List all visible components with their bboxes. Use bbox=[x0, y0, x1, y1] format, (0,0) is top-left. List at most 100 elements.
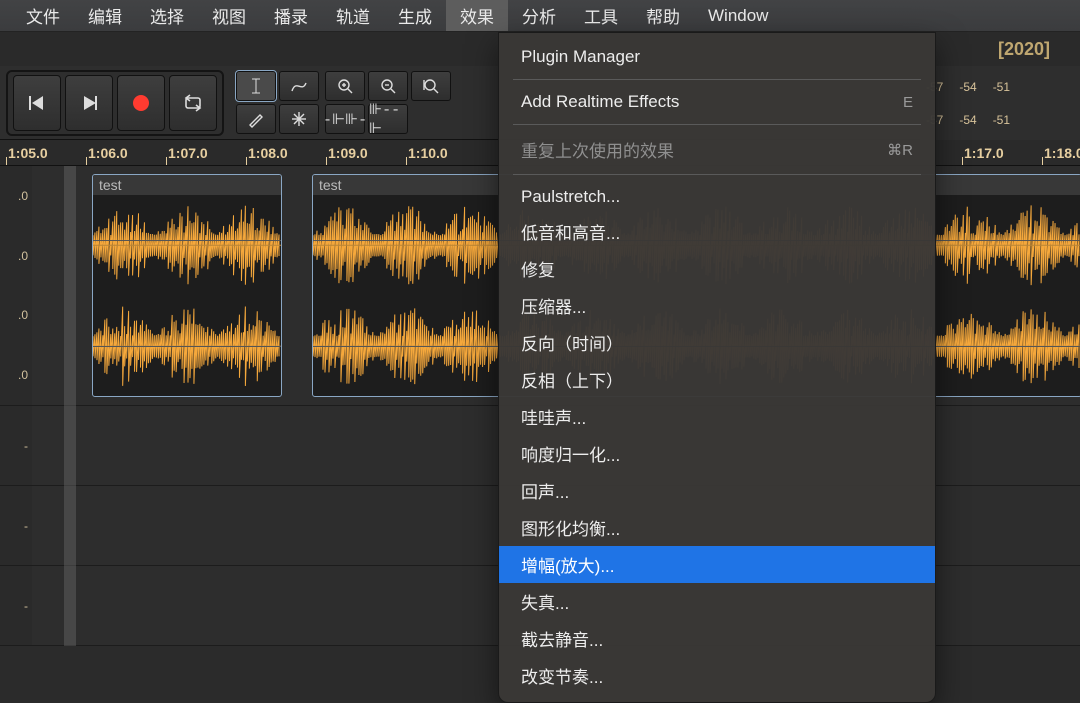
menu-label: Add Realtime Effects bbox=[521, 92, 679, 112]
meter-val: -51 bbox=[993, 80, 1010, 94]
effects-menu: Plugin Manager Add Realtime Effects E 重复… bbox=[498, 32, 936, 703]
meter-val: -51 bbox=[993, 113, 1010, 127]
menu-separator bbox=[513, 124, 921, 125]
menu-label: Plugin Manager bbox=[521, 47, 640, 67]
menu-item-repeat-last-effect: 重复上次使用的效果 ⌘R bbox=[499, 131, 935, 168]
menu-shortcut: ⌘R bbox=[887, 141, 913, 159]
menu-label: 增幅(放大)... bbox=[521, 552, 615, 577]
waveform-icon bbox=[93, 195, 281, 296]
timeline-tick: 1:18.0 bbox=[1042, 140, 1080, 165]
timeline-tick: 1:17.0 bbox=[962, 140, 1004, 165]
menu-帮助[interactable]: 帮助 bbox=[632, 0, 694, 31]
menu-window[interactable]: Window bbox=[694, 0, 782, 31]
menu-label: 修复 bbox=[521, 256, 555, 281]
record-button[interactable] bbox=[117, 75, 165, 131]
menu-item-plugin-manager[interactable]: Plugin Manager bbox=[499, 41, 935, 73]
multi-tool[interactable] bbox=[279, 104, 319, 134]
trim-outside-button[interactable]: -⊩⊪- bbox=[325, 104, 365, 134]
zoom-tools: -⊩⊪- ⊪--⊩ bbox=[325, 71, 451, 134]
menu-生成[interactable]: 生成 bbox=[384, 0, 446, 31]
timeline-tick: 1:07.0 bbox=[166, 140, 208, 165]
effect-list: Paulstretch... 低音和高音... 修复压缩器... 反向（时间） 反相（上… bbox=[499, 181, 935, 694]
channel-midline bbox=[93, 240, 281, 241]
trim-inside-button[interactable]: ⊪--⊩ bbox=[368, 104, 408, 134]
menu-label: 改变节奏... bbox=[521, 663, 603, 688]
menu-item-effect[interactable]: 修复 bbox=[499, 250, 935, 287]
timeline-tick: 1:09.0 bbox=[326, 140, 368, 165]
zoom-in-button[interactable] bbox=[325, 71, 365, 101]
menu-label: 哇哇声... bbox=[521, 404, 586, 429]
menu-item-effect[interactable]: 哇哇声... bbox=[499, 398, 935, 435]
scale-label: .0 bbox=[18, 368, 28, 382]
menu-轨道[interactable]: 轨道 bbox=[322, 0, 384, 31]
scale-label: .0 bbox=[18, 189, 28, 203]
track-vscale: - bbox=[0, 566, 32, 645]
menu-播录[interactable]: 播录 bbox=[260, 0, 322, 31]
menubar: 文件编辑选择视图播录轨道生成效果分析工具帮助Window bbox=[0, 0, 1080, 32]
menu-item-effect[interactable]: 失真... bbox=[499, 583, 935, 620]
selection-tool[interactable] bbox=[236, 71, 276, 101]
meter-val: -54 bbox=[959, 113, 976, 127]
track-vscale: .0 .0 .0 .0 bbox=[0, 166, 32, 405]
track-vscale: - bbox=[0, 406, 32, 485]
menu-item-effect[interactable]: 压缩器... bbox=[499, 287, 935, 324]
menu-item-effect[interactable]: 反相（上下） bbox=[499, 361, 935, 398]
playhead[interactable] bbox=[64, 166, 76, 646]
menu-item-effect[interactable]: 改变节奏... bbox=[499, 657, 935, 694]
menu-separator bbox=[513, 174, 921, 175]
scale-label: .0 bbox=[18, 308, 28, 322]
zoom-out-button[interactable] bbox=[368, 71, 408, 101]
loop-button[interactable] bbox=[169, 75, 217, 131]
meter-row-b: -57 -54 -51 bbox=[926, 113, 1074, 127]
play-button[interactable] bbox=[65, 75, 113, 131]
skip-start-button[interactable] bbox=[13, 75, 61, 131]
menu-label: 反相（上下） bbox=[521, 367, 623, 392]
envelope-tool[interactable] bbox=[279, 71, 319, 101]
timeline-tick: 1:10.0 bbox=[406, 140, 448, 165]
menu-label: 截去静音... bbox=[521, 626, 603, 651]
menu-label: 重复上次使用的效果 bbox=[521, 137, 674, 162]
menu-item-effect[interactable]: 截去静音... bbox=[499, 620, 935, 657]
timeline-tick: 1:06.0 bbox=[86, 140, 128, 165]
menu-item-effect[interactable]: 低音和高音... bbox=[499, 213, 935, 250]
menu-item-effect[interactable]: 回声... bbox=[499, 472, 935, 509]
menu-item-effect[interactable]: 图形化均衡... bbox=[499, 509, 935, 546]
track-vscale: - bbox=[0, 486, 32, 565]
edit-tools bbox=[236, 71, 319, 134]
menu-label: 低音和高音... bbox=[521, 219, 620, 244]
menu-label: 图形化均衡... bbox=[521, 515, 620, 540]
meter-val: -54 bbox=[959, 80, 976, 94]
menu-工具[interactable]: 工具 bbox=[570, 0, 632, 31]
menu-item-add-realtime-effects[interactable]: Add Realtime Effects E bbox=[499, 86, 935, 118]
meter-readout: -57 -54 -51 -57 -54 -51 bbox=[920, 66, 1080, 140]
project-title: [2020] bbox=[998, 39, 1050, 60]
menu-item-effect[interactable]: Paulstretch... bbox=[499, 181, 935, 213]
menu-label: Paulstretch... bbox=[521, 187, 620, 207]
menu-item-effect[interactable]: 响度归一化... bbox=[499, 435, 935, 472]
menu-shortcut: E bbox=[903, 94, 913, 111]
menu-label: 响度归一化... bbox=[521, 441, 620, 466]
menu-separator bbox=[513, 79, 921, 80]
scale-label: .0 bbox=[18, 249, 28, 263]
meter-row-a: -57 -54 -51 bbox=[926, 80, 1074, 94]
menu-分析[interactable]: 分析 bbox=[508, 0, 570, 31]
menu-label: 回声... bbox=[521, 478, 569, 503]
fit-selection-button[interactable] bbox=[411, 71, 451, 101]
timeline-tick: 1:05.0 bbox=[6, 140, 48, 165]
timeline-tick: 1:08.0 bbox=[246, 140, 288, 165]
menu-效果[interactable]: 效果 bbox=[446, 0, 508, 31]
menu-label: 压缩器... bbox=[521, 293, 586, 318]
clip-title[interactable]: test bbox=[93, 175, 281, 195]
audio-clip-1[interactable]: test bbox=[92, 174, 282, 397]
menu-label: 失真... bbox=[521, 589, 569, 614]
menu-选择[interactable]: 选择 bbox=[136, 0, 198, 31]
menu-编辑[interactable]: 编辑 bbox=[74, 0, 136, 31]
menu-label: 反向（时间） bbox=[521, 330, 623, 355]
transport-controls bbox=[6, 70, 224, 136]
menu-视图[interactable]: 视图 bbox=[198, 0, 260, 31]
menu-文件[interactable]: 文件 bbox=[12, 0, 74, 31]
menu-item-effect[interactable]: 反向（时间） bbox=[499, 324, 935, 361]
channel-midline bbox=[93, 346, 281, 347]
menu-item-effect[interactable]: 增幅(放大)... bbox=[499, 546, 935, 583]
draw-tool[interactable] bbox=[236, 104, 276, 134]
